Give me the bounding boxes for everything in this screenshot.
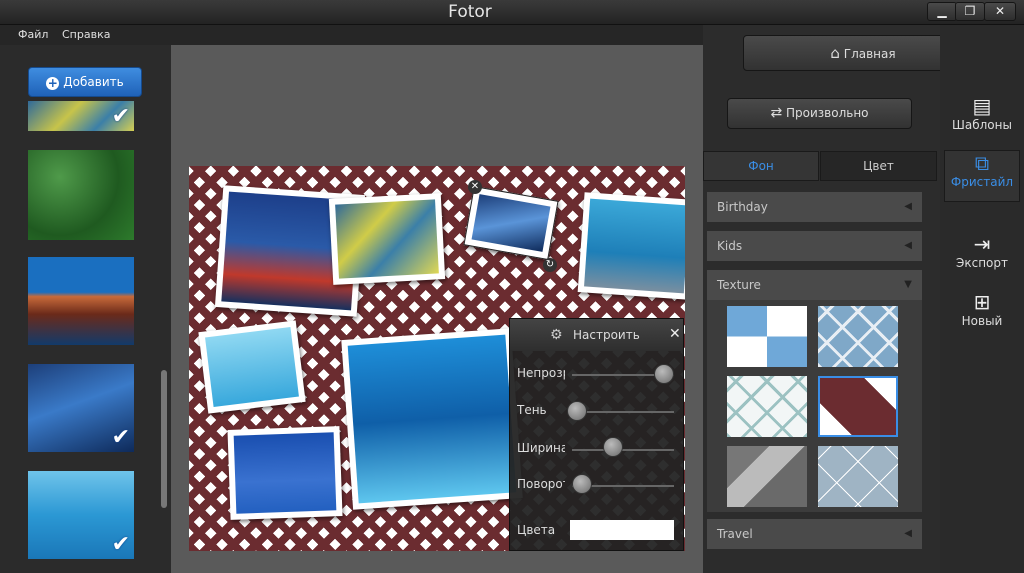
- tab-background[interactable]: Фон: [703, 151, 819, 181]
- collapse-arrow-icon: ◀: [904, 201, 912, 212]
- category-kids-label: Kids: [717, 239, 743, 253]
- close-button[interactable]: ✕: [984, 2, 1016, 21]
- category-birthday[interactable]: Birthday ◀: [707, 192, 922, 222]
- rail-freestyle-label: Фристайл: [950, 175, 1014, 189]
- texture-gray-stripes[interactable]: [727, 446, 807, 507]
- rail-templates-label: Шаблоны: [952, 118, 1012, 132]
- category-kids[interactable]: Kids ◀: [707, 231, 922, 261]
- category-travel[interactable]: Travel ◀: [707, 519, 922, 549]
- texture-blue-checker[interactable]: [727, 306, 807, 367]
- category-texture[interactable]: Texture ▼: [707, 270, 922, 300]
- collage-photo-yellow-fish[interactable]: [328, 193, 446, 285]
- collage-photo-dolphin-pod[interactable]: [341, 328, 523, 510]
- maximize-button[interactable]: ❐: [955, 2, 985, 21]
- texture-teal-lattice[interactable]: [727, 376, 807, 437]
- home-button-label: Главная: [843, 47, 896, 61]
- shuffle-icon: ⇄: [770, 105, 783, 121]
- new-icon: ⊞: [973, 290, 991, 314]
- add-button[interactable]: + Добавить: [28, 67, 142, 97]
- checkmark-icon: ✔: [111, 532, 130, 557]
- thumbnail-fish[interactable]: ✔: [28, 101, 134, 131]
- opacity-label: Непрозр: [517, 366, 565, 380]
- expand-arrow-icon: ▼: [904, 279, 912, 290]
- width-slider-knob[interactable]: [602, 437, 623, 457]
- add-button-label: Добавить: [63, 75, 124, 89]
- width-slider-track[interactable]: [572, 449, 674, 451]
- random-button[interactable]: ⇄ Произвольно: [727, 98, 912, 129]
- remove-photo-icon[interactable]: ✕: [468, 180, 482, 194]
- checkmark-icon: ✔: [111, 104, 130, 129]
- adjust-panel: ⚙ Настроить ✕ Непрозр Тень Ширина Поворо…: [509, 318, 684, 551]
- texture-maroon-diamond-selected[interactable]: [818, 376, 898, 437]
- rail-freestyle[interactable]: ⧉ Фристайл: [944, 150, 1020, 202]
- collage-photo-dolphin-pool[interactable]: [198, 320, 306, 414]
- category-travel-label: Travel: [717, 527, 753, 541]
- shadow-label: Тень: [517, 403, 547, 417]
- rotate-label: Поворот: [517, 477, 565, 491]
- collapse-arrow-icon: ◀: [904, 240, 912, 251]
- category-texture-label: Texture: [717, 278, 761, 292]
- menu-help[interactable]: Справка: [62, 28, 110, 41]
- thumbnail-reef[interactable]: [28, 257, 134, 345]
- rail-new[interactable]: ⊞ Новый: [944, 290, 1020, 328]
- templates-icon: ▤: [972, 94, 992, 118]
- close-adjust-icon[interactable]: ✕: [669, 326, 681, 342]
- opacity-slider-knob[interactable]: [653, 364, 674, 384]
- menu-file[interactable]: Файл: [18, 28, 48, 41]
- collage-photo-shark[interactable]: [227, 426, 343, 520]
- home-icon: ⌂: [830, 44, 840, 62]
- collapse-arrow-icon: ◀: [904, 528, 912, 539]
- tab-color[interactable]: Цвет: [820, 151, 937, 181]
- shadow-slider-track[interactable]: [572, 411, 674, 413]
- colors-label: Цвета: [517, 523, 556, 537]
- collage-photo-dolphins-selected[interactable]: [463, 185, 559, 261]
- rotate-slider-knob[interactable]: [572, 474, 593, 494]
- rail-new-label: Новый: [961, 314, 1003, 328]
- app-title: Fotor: [448, 2, 492, 22]
- export-icon: ⇥: [973, 232, 991, 256]
- rail-templates[interactable]: ▤ Шаблоны: [944, 94, 1020, 132]
- texture-gray-blue-lattice[interactable]: [818, 446, 898, 507]
- rail-export-label: Экспорт: [955, 256, 1009, 270]
- freestyle-icon: ⧉: [974, 151, 990, 175]
- rotate-handle-icon[interactable]: ↻: [543, 258, 557, 272]
- checkmark-icon: ✔: [111, 425, 130, 450]
- thumbnail-dolphin-water[interactable]: ✔: [28, 471, 134, 559]
- thumbnail-coral[interactable]: [28, 150, 134, 240]
- texture-blue-lattice[interactable]: [818, 306, 898, 367]
- category-birthday-label: Birthday: [717, 200, 768, 214]
- gear-icon: ⚙: [550, 327, 563, 343]
- thumbnail-scrollbar[interactable]: [161, 370, 167, 508]
- minimize-button[interactable]: ▁: [927, 2, 957, 21]
- random-button-label: Произвольно: [786, 106, 869, 120]
- width-label: Ширина: [517, 441, 565, 455]
- shadow-slider-knob[interactable]: [567, 401, 588, 421]
- color-swatch[interactable]: [570, 520, 674, 540]
- rail-export[interactable]: ⇥ Экспорт: [944, 232, 1020, 270]
- thumbnail-dolphins[interactable]: ✔: [28, 364, 134, 452]
- plus-icon: +: [46, 76, 60, 90]
- adjust-panel-title: Настроить: [573, 328, 640, 342]
- collage-photo-dolphin-head[interactable]: [577, 192, 685, 300]
